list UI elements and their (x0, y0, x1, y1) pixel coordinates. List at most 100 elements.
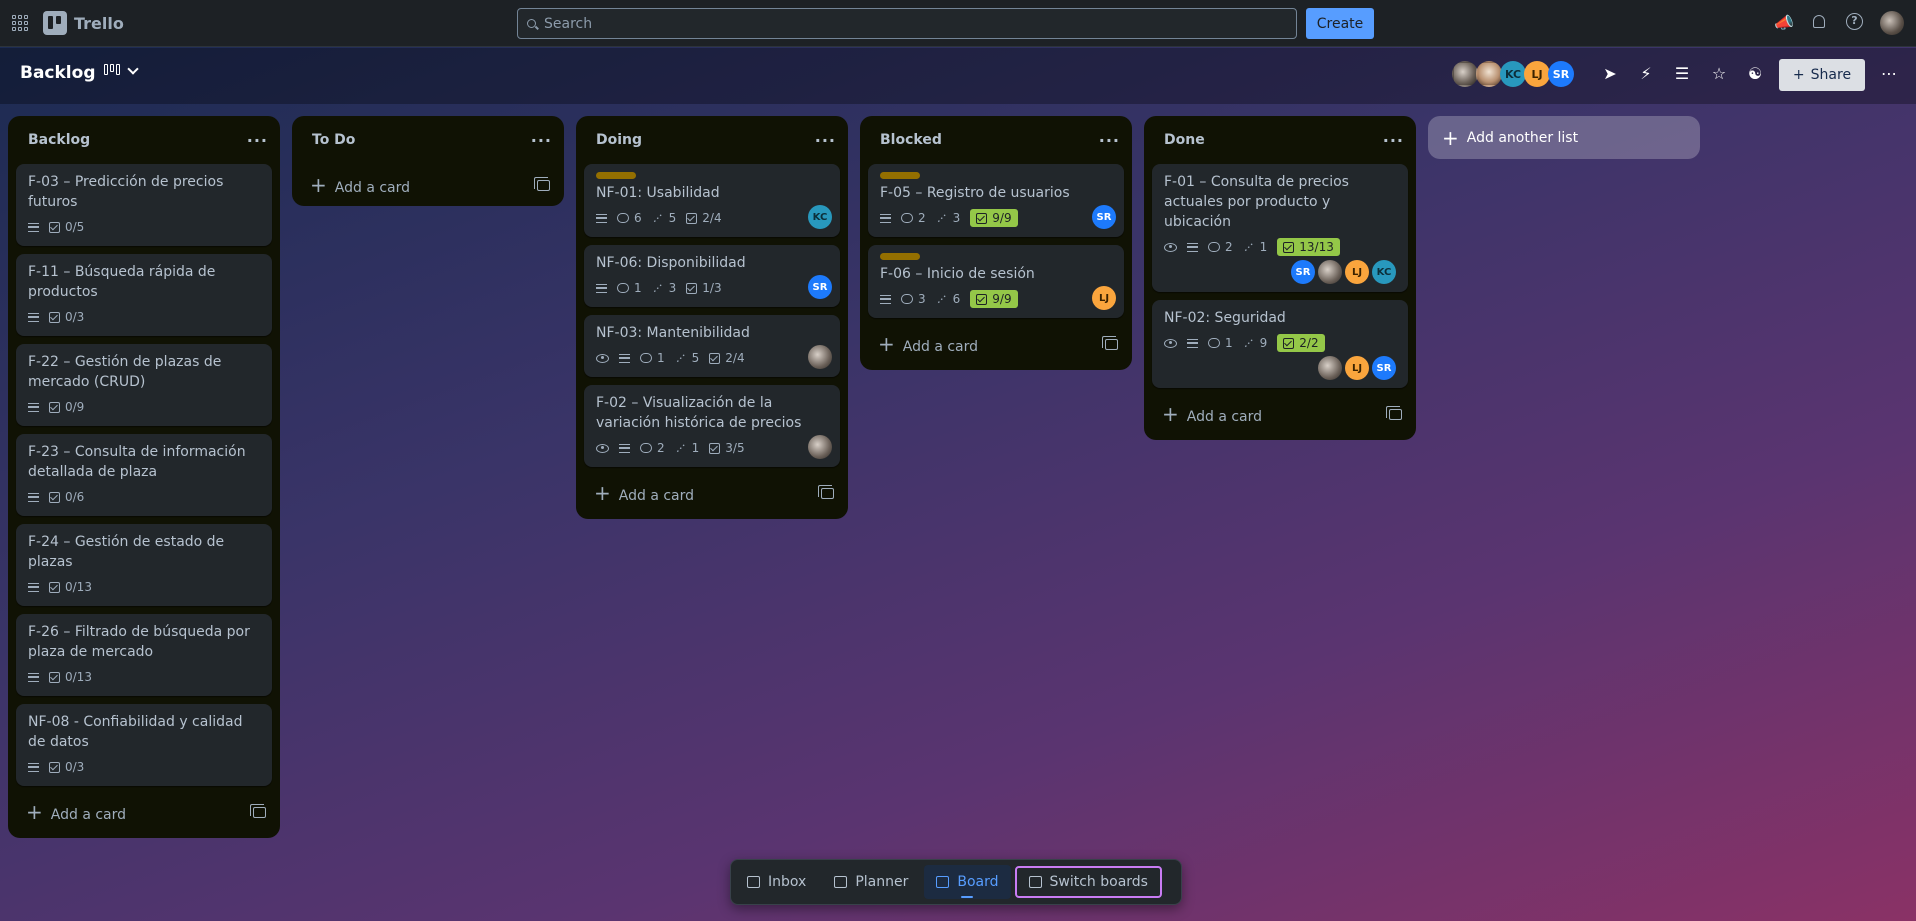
description-icon (619, 353, 630, 363)
inbox-button[interactable]: Inbox (735, 865, 818, 899)
board-members[interactable]: KC LJ SR (1452, 61, 1574, 87)
list-menu-icon[interactable]: ··· (1099, 131, 1120, 150)
card[interactable]: NF-01: Usabilidad 6 ⋮ 5 2/4 KC (584, 164, 840, 237)
card-template-icon[interactable] (1386, 405, 1402, 420)
watch-icon (1164, 338, 1177, 348)
member-avatar[interactable]: LJ (1092, 286, 1116, 310)
card-label-yellow[interactable] (880, 172, 920, 179)
comment-icon (617, 213, 629, 223)
card[interactable]: NF-08 - Confiabilidad y calidad de datos… (16, 704, 272, 786)
search-input[interactable]: Search (517, 8, 1297, 39)
plus-icon: + (1442, 125, 1459, 150)
description-icon (28, 672, 39, 682)
power-ups-icon[interactable]: ➤ (1600, 64, 1620, 84)
card[interactable]: F-24 – Gestión de estado de plazas 0/13 (16, 524, 272, 606)
automation-icon[interactable]: ⚡ (1636, 64, 1656, 84)
checklist-icon (49, 491, 60, 503)
member-avatar[interactable]: SR (1092, 205, 1116, 229)
member-avatar[interactable]: KC (1500, 61, 1526, 87)
list-menu-icon[interactable]: ··· (1383, 131, 1404, 150)
member-avatar[interactable]: SR (1372, 356, 1396, 380)
card[interactable]: NF-03: Mantenibilidad 1 ⋮ 5 2/4 (584, 315, 840, 377)
card-template-icon[interactable] (250, 803, 266, 818)
member-avatar[interactable]: LJ (1345, 356, 1369, 380)
app-switcher-icon[interactable] (12, 15, 28, 31)
member-avatar[interactable]: LJ (1345, 260, 1369, 284)
card[interactable]: NF-02: Seguridad 1 ⋮ 9 2/2 LJ SR (1152, 300, 1408, 388)
member-avatar[interactable]: SR (1548, 61, 1574, 87)
help-icon[interactable]: ? (1846, 13, 1866, 33)
member-avatar-photo[interactable] (1476, 61, 1502, 87)
plus-icon: + (310, 173, 327, 197)
add-card-button[interactable]: + Add a card (878, 332, 978, 356)
account-avatar[interactable] (1880, 11, 1904, 35)
card[interactable]: F-03 – Predicción de precios futuros 0/5 (16, 164, 272, 246)
add-card-label: Add a card (334, 180, 411, 196)
checklist-count: 9/9 (992, 292, 1012, 306)
share-button[interactable]: + Share (1779, 59, 1865, 91)
attachment-icon: ⋮ (1239, 333, 1258, 353)
plus-icon: + (1162, 402, 1179, 426)
switch-boards-button[interactable]: Switch boards (1014, 866, 1162, 898)
member-avatar[interactable]: SR (808, 275, 832, 299)
card[interactable]: F-06 – Inicio de sesión 3 ⋮ 6 9/9 LJ (868, 245, 1124, 318)
member-avatar-photo[interactable] (808, 435, 832, 459)
list-title[interactable]: Done (1164, 132, 1205, 148)
attachment-icon: ⋮ (932, 208, 951, 228)
filter-icon[interactable]: ☰ (1672, 64, 1692, 84)
member-avatar[interactable]: LJ (1524, 61, 1550, 87)
card-label-yellow[interactable] (880, 253, 920, 260)
add-card-button[interactable]: + Add a card (594, 481, 694, 505)
card[interactable]: F-23 – Consulta de información detallada… (16, 434, 272, 516)
card[interactable]: F-22 – Gestión de plazas de mercado (CRU… (16, 344, 272, 426)
member-avatar-photo[interactable] (1318, 260, 1342, 284)
list-title[interactable]: Backlog (28, 132, 90, 148)
create-button[interactable]: Create (1306, 8, 1374, 39)
list-title[interactable]: Doing (596, 132, 642, 148)
list-blocked: Blocked ··· F-05 – Registro de usuarios … (860, 116, 1132, 370)
card-template-icon[interactable] (818, 484, 834, 499)
add-card-button[interactable]: + Add a card (1162, 402, 1262, 426)
notifications-bell-icon[interactable] (1809, 13, 1829, 33)
card-template-icon[interactable] (534, 176, 550, 191)
member-avatar[interactable]: KC (1372, 260, 1396, 284)
list-title[interactable]: Blocked (880, 132, 942, 148)
trello-logo[interactable]: Trello (43, 11, 124, 35)
member-avatar-photo[interactable] (808, 345, 832, 369)
card-template-icon[interactable] (1102, 335, 1118, 350)
card[interactable]: F-02 – Visualización de la variación his… (584, 385, 840, 467)
card[interactable]: F-05 – Registro de usuarios 2 ⋮ 3 9/9 SR (868, 164, 1124, 237)
checklist-complete-icon (1283, 337, 1295, 349)
list-menu-icon[interactable]: ··· (531, 131, 552, 150)
more-menu-icon[interactable]: ⋯ (1879, 64, 1899, 84)
board-view-switcher[interactable] (104, 63, 139, 78)
star-icon[interactable]: ☆ (1709, 64, 1729, 84)
board-title[interactable]: Backlog (20, 63, 96, 83)
checklist-count: 0/13 (65, 670, 92, 684)
board-icon (936, 876, 950, 888)
card[interactable]: NF-06: Disponibilidad 1 ⋮ 3 1/3 SR (584, 245, 840, 307)
add-card-button[interactable]: + Add a card (310, 173, 410, 197)
member-avatar[interactable]: KC (808, 205, 832, 229)
list-title[interactable]: To Do (312, 132, 355, 148)
attachment-count: 3 (668, 281, 677, 295)
comment-count: 3 (918, 292, 926, 306)
comment-count: 1 (1225, 336, 1233, 350)
checklist-icon (49, 221, 60, 233)
planner-button[interactable]: Planner (822, 865, 920, 899)
card[interactable]: F-01 – Consulta de precios actuales por … (1152, 164, 1408, 292)
member-avatar[interactable]: SR (1291, 260, 1315, 284)
megaphone-icon[interactable]: 📣 (1774, 13, 1794, 33)
visibility-icon[interactable]: ☯ (1745, 64, 1765, 84)
add-list-button[interactable]: + Add another list (1428, 116, 1700, 159)
member-avatar-photo[interactable] (1318, 356, 1342, 380)
switch-boards-icon (1028, 876, 1042, 888)
card[interactable]: F-11 – Búsqueda rápida de productos 0/3 (16, 254, 272, 336)
add-card-button[interactable]: + Add a card (26, 800, 126, 824)
list-menu-icon[interactable]: ··· (247, 131, 268, 150)
card[interactable]: F-26 – Filtrado de búsqueda por plaza de… (16, 614, 272, 696)
board-button[interactable]: Board (924, 865, 1011, 899)
card-label-yellow[interactable] (596, 172, 636, 179)
list-menu-icon[interactable]: ··· (815, 131, 836, 150)
member-avatar-photo[interactable] (1452, 61, 1478, 87)
